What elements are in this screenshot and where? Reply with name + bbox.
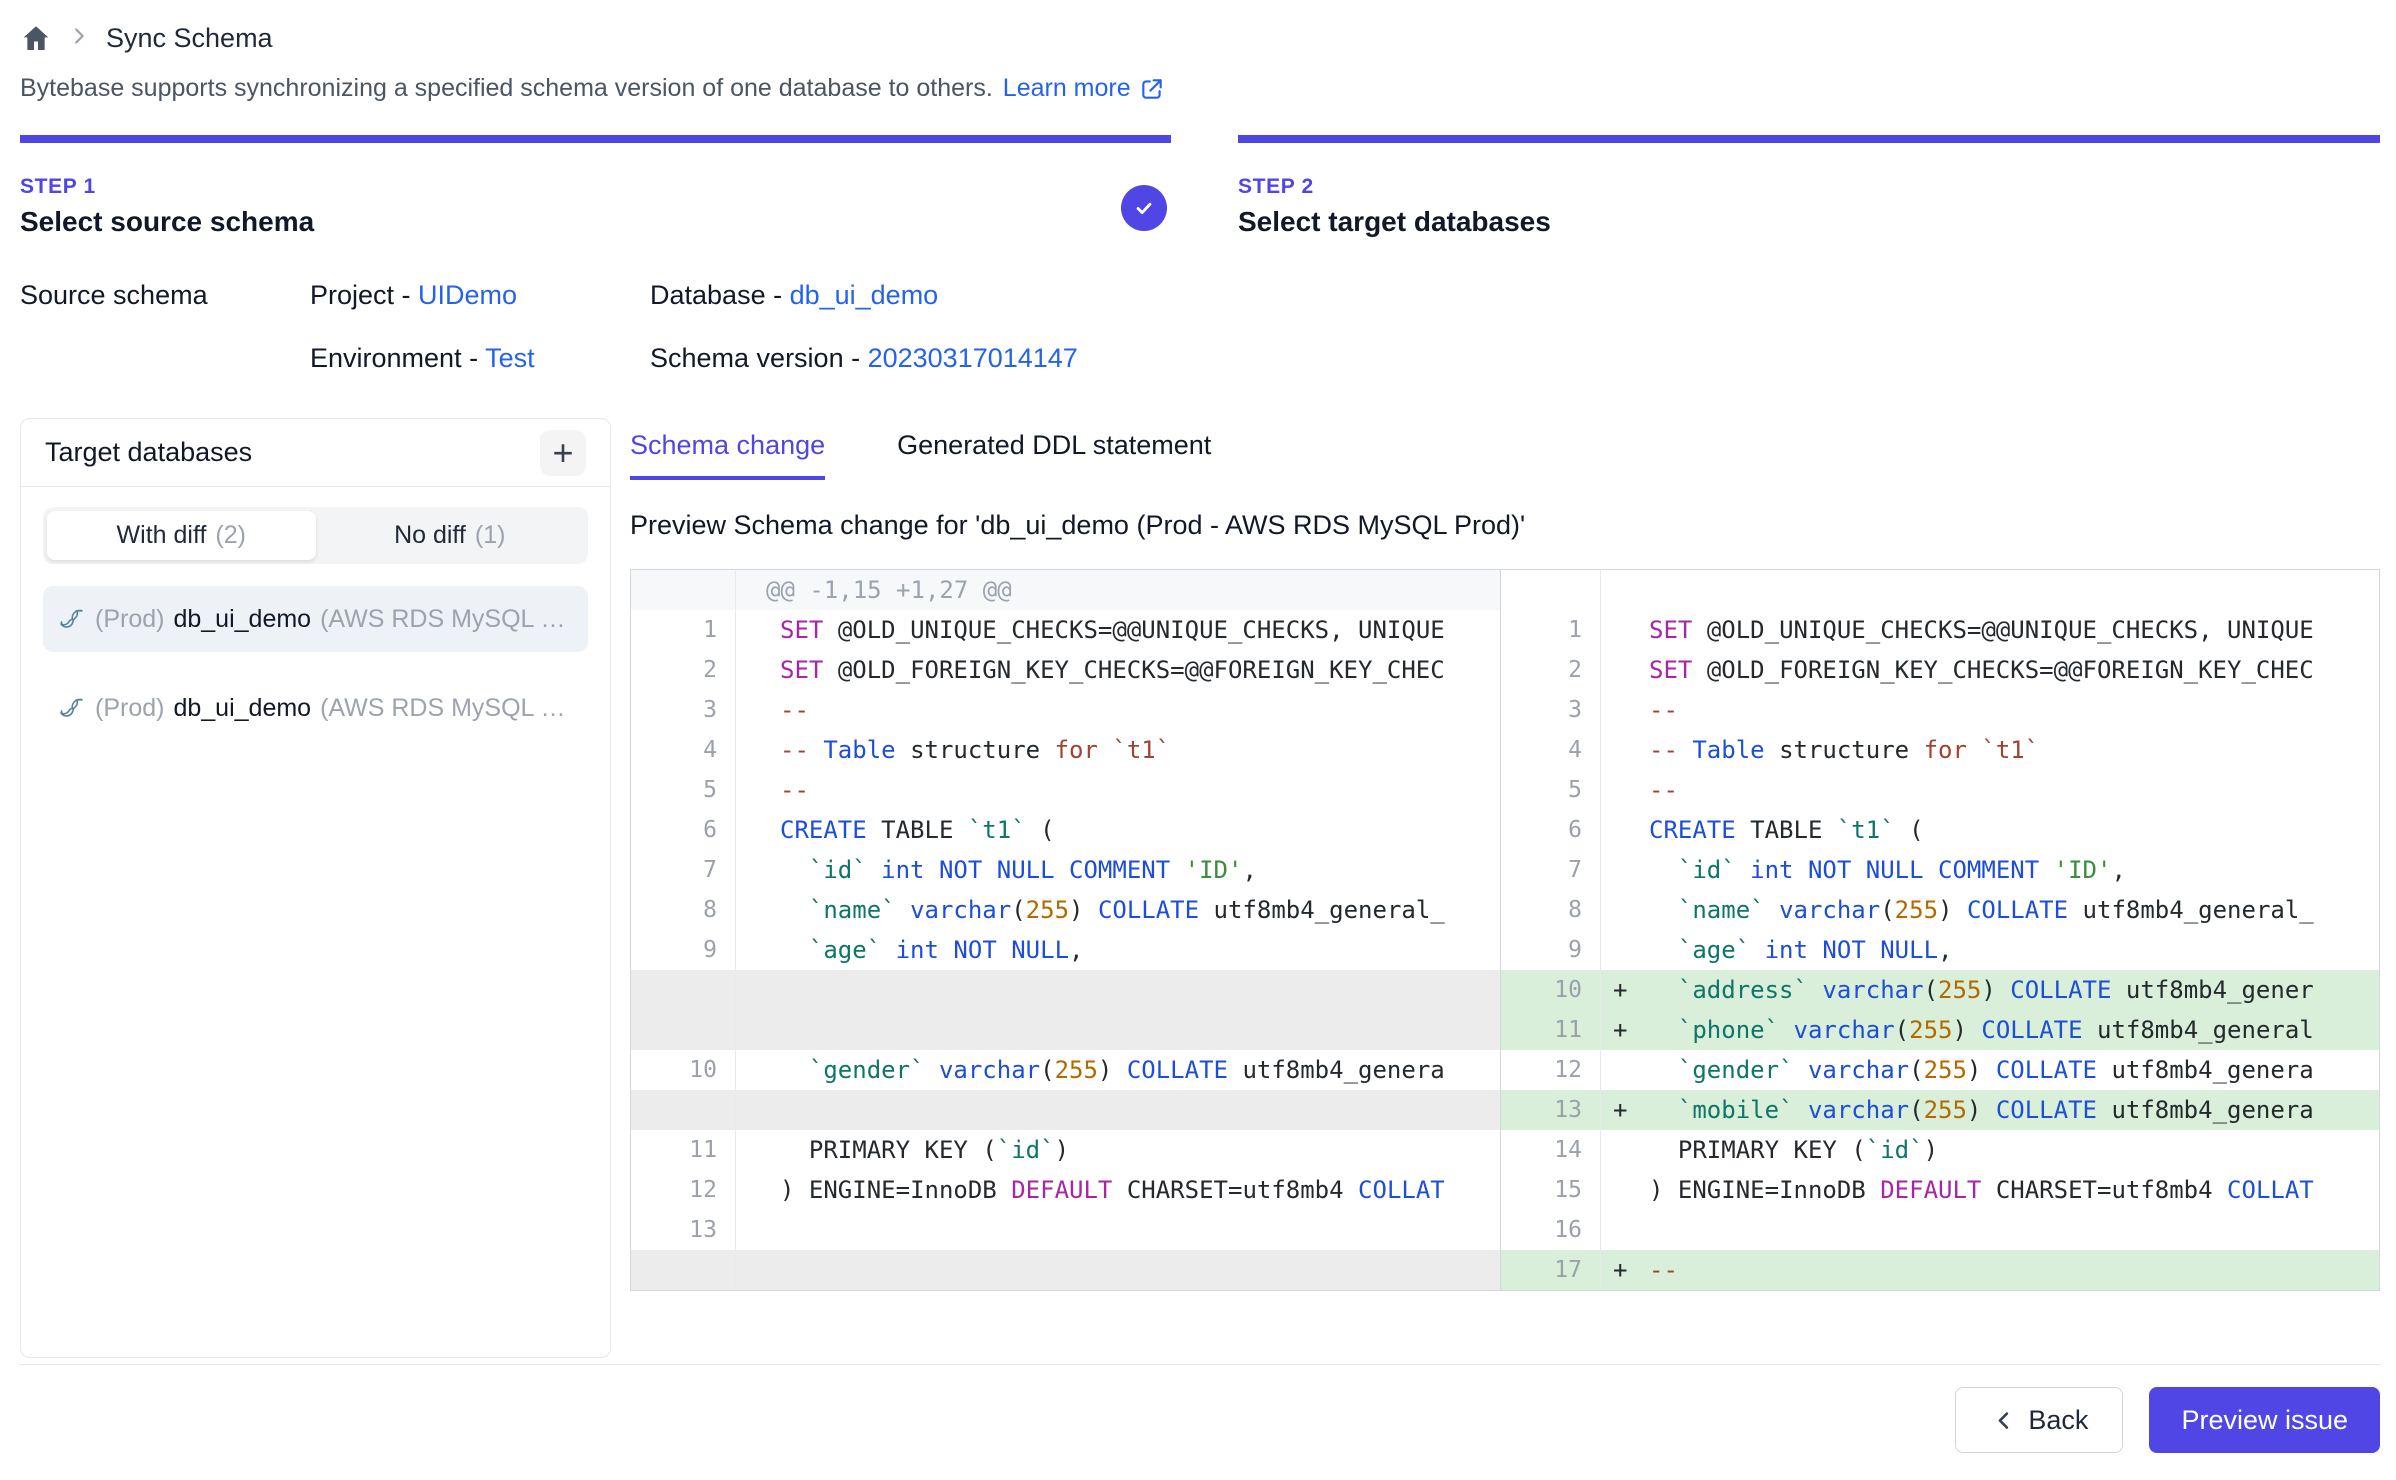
diff-row-right: 14 PRIMARY KEY (`id`) [1501, 1130, 2379, 1170]
source-field-link-1[interactable]: db_ui_demo [790, 280, 939, 310]
target-database-item-0[interactable]: (Prod)db_ui_demo(AWS RDS MySQL Prod) [43, 586, 588, 652]
step-1: STEP 1 Select source schema [20, 135, 1171, 238]
page-description: Bytebase supports synchronizing a specif… [20, 74, 2380, 103]
diff-row-right: 5-- [1501, 770, 2379, 810]
tab-generated-ddl-statement[interactable]: Generated DDL statement [897, 430, 1211, 480]
add-target-database-button[interactable]: + [540, 430, 586, 476]
sync-schema-page: Sync Schema Bytebase supports synchroniz… [0, 0, 2396, 1480]
preview-title: Preview Schema change for 'db_ui_demo (P… [630, 510, 2380, 541]
step-1-label: STEP 1 [20, 175, 1171, 199]
diff-row-left [631, 1010, 1500, 1050]
diff-row-right: 8 `name` varchar(255) COLLATE utf8mb4_ge… [1501, 890, 2379, 930]
source-field-0: Project - UIDemo [310, 280, 650, 311]
diff-filter-tabs: With diff(2)No diff(1) [43, 507, 588, 564]
diff-row-right: 2SET @OLD_FOREIGN_KEY_CHECKS=@@FOREIGN_K… [1501, 650, 2379, 690]
diff-row-left: 13 [631, 1210, 1500, 1250]
target-panel-body: With diff(2)No diff(1) (Prod)db_ui_demo(… [21, 487, 610, 761]
diff-pane-source: @@ -1,15 +1,27 @@1SET @OLD_UNIQUE_CHECKS… [631, 570, 1501, 1290]
diff-row-right: 15) ENGINE=InnoDB DEFAULT CHARSET=utf8mb… [1501, 1170, 2379, 1210]
preview-section: Schema change Generated DDL statement Pre… [630, 418, 2380, 1291]
step-1-progress-bar [20, 135, 1171, 143]
diff-row-left: 4-- Table structure for `t1` [631, 730, 1500, 770]
source-fields: Project - UIDemoDatabase - db_ui_demo Env… [310, 280, 1078, 374]
preview-tabs: Schema change Generated DDL statement [630, 430, 2380, 480]
source-field-1: Database - db_ui_demo [650, 280, 1078, 311]
diff-row-right: 1SET @OLD_UNIQUE_CHECKS=@@UNIQUE_CHECKS,… [1501, 610, 2379, 650]
preview-issue-button[interactable]: Preview issue [2149, 1387, 2380, 1453]
step-1-title: Select source schema [20, 206, 1171, 238]
diff-row-left: 7 `id` int NOT NULL COMMENT 'ID', [631, 850, 1500, 890]
diff-row-left [631, 1250, 1500, 1290]
diff-row-right: 6CREATE TABLE `t1` ( [1501, 810, 2379, 850]
step-completed-check-icon [1121, 185, 1167, 231]
source-schema-label: Source schema [20, 280, 310, 374]
source-schema-section: Source schema Project - UIDemoDatabase -… [20, 280, 2380, 374]
home-icon[interactable] [20, 22, 52, 54]
diff-row-left: 8 `name` varchar(255) COLLATE utf8mb4_ge… [631, 890, 1500, 930]
mysql-dolphin-icon [58, 605, 86, 633]
diff-row-left: 5-- [631, 770, 1500, 810]
schema-diff-viewer: @@ -1,15 +1,27 @@1SET @OLD_UNIQUE_CHECKS… [630, 569, 2380, 1291]
diff-row-right [1501, 570, 2379, 610]
chevron-left-icon [1990, 1406, 2018, 1434]
diff-row-left: @@ -1,15 +1,27 @@ [631, 570, 1500, 610]
diff-row-right: 10+ `address` varchar(255) COLLATE utf8m… [1501, 970, 2379, 1010]
diff-row-left [631, 970, 1500, 1010]
diff-row-right: 7 `id` int NOT NULL COMMENT 'ID', [1501, 850, 2379, 890]
target-database-item-1[interactable]: (Prod)db_ui_demo(AWS RDS MySQL Prod) [43, 675, 588, 741]
diff-pane-target: 1SET @OLD_UNIQUE_CHECKS=@@UNIQUE_CHECKS,… [1501, 570, 2379, 1290]
chevron-right-icon [68, 25, 90, 52]
step-2-progress-bar [1238, 135, 2380, 143]
no-diff-tab[interactable]: No diff(1) [316, 511, 585, 560]
step-2: STEP 2 Select target databases [1238, 135, 2380, 238]
diff-row-left [631, 1090, 1500, 1130]
added-line-marker: + [1613, 1090, 1649, 1130]
learn-more-link[interactable]: Learn more [1003, 74, 1165, 103]
diff-row-right: 9 `age` int NOT NULL, [1501, 930, 2379, 970]
diff-row-right: 3-- [1501, 690, 2379, 730]
diff-row-left: 1SET @OLD_UNIQUE_CHECKS=@@UNIQUE_CHECKS,… [631, 610, 1500, 650]
description-text: Bytebase supports synchronizing a specif… [20, 74, 993, 103]
diff-row-right: 12 `gender` varchar(255) COLLATE utf8mb4… [1501, 1050, 2379, 1090]
diff-row-left: 12) ENGINE=InnoDB DEFAULT CHARSET=utf8mb… [631, 1170, 1500, 1210]
diff-row-left: 9 `age` int NOT NULL, [631, 930, 1500, 970]
tab-schema-change[interactable]: Schema change [630, 430, 825, 480]
added-line-marker: + [1613, 970, 1649, 1010]
step-2-label: STEP 2 [1238, 175, 2380, 199]
target-database-list: (Prod)db_ui_demo(AWS RDS MySQL Prod) (Pro… [43, 586, 588, 741]
target-databases-panel: Target databases + With diff(2)No diff(1… [20, 418, 611, 1358]
target-panel-title: Target databases [45, 437, 252, 468]
source-field-link-2[interactable]: Test [485, 343, 535, 373]
diff-row-right: 13+ `mobile` varchar(255) COLLATE utf8mb… [1501, 1090, 2379, 1130]
diff-row-right: 17+-- [1501, 1250, 2379, 1290]
target-panel-header: Target databases + [21, 419, 610, 487]
source-field-3: Schema version - 20230317014147 [650, 343, 1078, 374]
diff-row-left: 6CREATE TABLE `t1` ( [631, 810, 1500, 850]
added-line-marker: + [1613, 1250, 1649, 1290]
diff-row-right: 4-- Table structure for `t1` [1501, 730, 2379, 770]
source-field-link-3[interactable]: 20230317014147 [868, 343, 1078, 373]
diff-row-left: 3-- [631, 690, 1500, 730]
with-diff-tab[interactable]: With diff(2) [47, 511, 316, 560]
wizard-steps: STEP 1 Select source schema STEP 2 Selec… [20, 135, 2380, 238]
main-content: Target databases + With diff(2)No diff(1… [20, 418, 2380, 1358]
back-button[interactable]: Back [1955, 1387, 2123, 1453]
breadcrumb: Sync Schema [20, 14, 2380, 62]
diff-row-left: 11 PRIMARY KEY (`id`) [631, 1130, 1500, 1170]
diff-row-left: 2SET @OLD_FOREIGN_KEY_CHECKS=@@FOREIGN_K… [631, 650, 1500, 690]
diff-row-right: 11+ `phone` varchar(255) COLLATE utf8mb4… [1501, 1010, 2379, 1050]
diff-row-right: 16 [1501, 1210, 2379, 1250]
source-field-link-0[interactable]: UIDemo [418, 280, 517, 310]
step-2-title: Select target databases [1238, 206, 2380, 238]
added-line-marker: + [1613, 1010, 1649, 1050]
breadcrumb-current: Sync Schema [106, 23, 273, 54]
external-link-icon [1139, 76, 1165, 102]
mysql-dolphin-icon [58, 694, 86, 722]
footer-actions: Back Preview issue [20, 1364, 2380, 1453]
source-field-2: Environment - Test [310, 343, 650, 374]
diff-row-left: 10 `gender` varchar(255) COLLATE utf8mb4… [631, 1050, 1500, 1090]
